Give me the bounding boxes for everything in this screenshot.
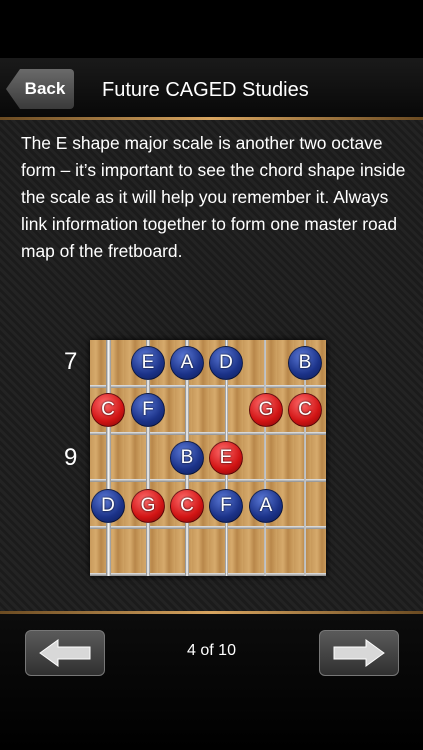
guitar-string-5 xyxy=(264,340,266,576)
fret-line xyxy=(90,385,326,388)
right-arrow-icon xyxy=(333,639,385,667)
guitar-string-1 xyxy=(106,340,111,576)
scale-note-e: E xyxy=(131,346,165,380)
scale-note-c: C xyxy=(91,393,125,427)
scale-note-b: B xyxy=(170,441,204,475)
scale-note-a: A xyxy=(170,346,204,380)
scale-note-g: G xyxy=(249,393,283,427)
fretboard-diagram xyxy=(90,340,326,576)
fret-label-7: 7 xyxy=(64,348,78,375)
next-page-button[interactable] xyxy=(319,630,399,676)
fret-line xyxy=(90,526,326,529)
fret-line xyxy=(90,573,326,576)
back-button[interactable]: Back xyxy=(6,69,74,109)
scale-note-e: E xyxy=(209,441,243,475)
scale-note-b: B xyxy=(288,346,322,380)
scale-note-g: G xyxy=(131,489,165,523)
fret-line xyxy=(90,479,326,482)
header-divider xyxy=(0,117,423,120)
scale-note-d: D xyxy=(91,489,125,523)
scale-note-f: F xyxy=(209,489,243,523)
scale-note-c: C xyxy=(288,393,322,427)
scale-note-f: F xyxy=(131,393,165,427)
status-bar xyxy=(0,0,423,58)
scale-note-c: C xyxy=(170,489,204,523)
scale-note-a: A xyxy=(249,489,283,523)
fret-line xyxy=(90,432,326,435)
page-title: Future CAGED Studies xyxy=(102,79,309,101)
description-text: The E shape major scale is another two o… xyxy=(21,133,406,261)
fret-label-9: 9 xyxy=(64,444,78,471)
scale-note-d: D xyxy=(209,346,243,380)
